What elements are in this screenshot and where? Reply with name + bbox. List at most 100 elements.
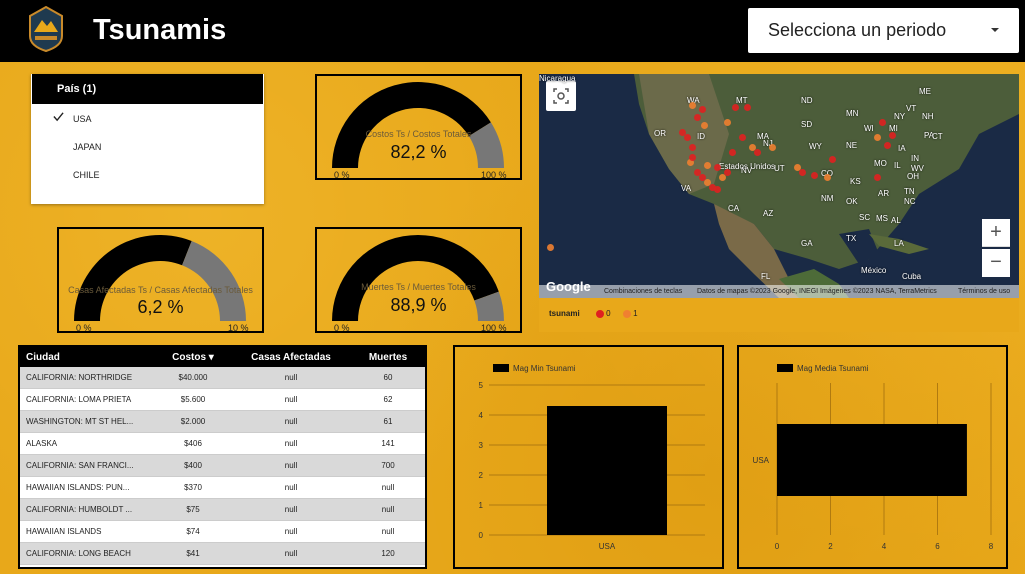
cell-cost: $41 (186, 549, 200, 558)
legend-swatch (777, 364, 793, 372)
map-point[interactable] (724, 169, 731, 176)
table-row[interactable]: ALASKA $406 null 141 (20, 433, 425, 455)
map-point[interactable] (884, 142, 891, 149)
cell-city: CALIFORNIA: LONG BEACH (26, 549, 131, 558)
map-point[interactable] (744, 104, 751, 111)
x-tick-label: 4 (882, 542, 887, 551)
map-point[interactable] (829, 156, 836, 163)
map-label: UT (774, 164, 785, 173)
map-point[interactable] (724, 119, 731, 126)
map-canvas[interactable]: WA MT ND MN ME OR ID SD WI MI VT NH NY MA WY NE IA PA CT NJ… (539, 74, 1019, 298)
map-point[interactable] (547, 244, 554, 251)
filter-option-label: USA (73, 114, 92, 124)
cell-houses: null (284, 505, 298, 514)
map-legend-title: tsunami (549, 309, 580, 318)
map-point[interactable] (732, 104, 739, 111)
cell-city: CALIFORNIA: LOMA PRIETA (26, 395, 132, 404)
map-point[interactable] (739, 134, 746, 141)
column-header-city[interactable]: Ciudad (20, 352, 157, 363)
table-row[interactable]: HAWAIIAN ISLANDS: PUN... $370 null null (20, 477, 425, 499)
cell-deaths: 60 (383, 373, 393, 382)
map-label: SC (859, 213, 871, 222)
table-row[interactable]: WASHINGTON: MT ST HEL... $2.000 null 61 (20, 411, 425, 433)
map-point[interactable] (679, 129, 686, 136)
cell-city: WASHINGTON: MT ST HEL... (26, 417, 134, 426)
map-point[interactable] (689, 154, 696, 161)
gauge-min: 0 % (334, 170, 350, 180)
map-point[interactable] (699, 106, 706, 113)
y-tick-label: 1 (479, 501, 484, 510)
map-label: IN (911, 154, 919, 163)
map-point[interactable] (689, 102, 696, 109)
column-header-cost[interactable]: Costos ▾ (157, 352, 229, 363)
terms-link[interactable]: Términos de uso (958, 288, 1010, 295)
table-row[interactable]: CALIFORNIA: LOMA PRIETA $5.600 null 62 (20, 389, 425, 411)
filter-option-chile[interactable]: CHILE (31, 160, 264, 188)
cell-deaths: 61 (383, 417, 393, 426)
map-point[interactable] (811, 172, 818, 179)
cell-cost: $40.000 (178, 373, 208, 382)
column-header-houses[interactable]: Casas Afectadas (229, 352, 353, 363)
period-select-dropdown[interactable]: Selecciona un periodo (748, 8, 1019, 53)
locate-icon (553, 88, 569, 104)
map-label: TX (846, 234, 857, 243)
map-point[interactable] (874, 134, 881, 141)
filter-option-japan[interactable]: JAPAN (31, 132, 264, 160)
map-label: NH (922, 112, 934, 121)
table-row[interactable]: CALIFORNIA: NORTHRIDGE $40.000 null 60 (20, 367, 425, 389)
fullscreen-button[interactable] (546, 81, 576, 111)
cell-houses: null (284, 461, 298, 470)
gauge-deaths: Muertes Ts / Muertes Totales 88,9 % 0 % … (315, 227, 522, 333)
map-point[interactable] (694, 114, 701, 121)
x-tick-label: 0 (775, 542, 780, 551)
map-point[interactable] (799, 169, 806, 176)
map-label: ME (919, 87, 931, 96)
map-label: MO (874, 159, 887, 168)
legend-dot-icon (622, 309, 631, 318)
bar-chart-mag-media: 0 2 4 6 8 USA Mag Media Tsunami (737, 345, 1008, 569)
map-point[interactable] (701, 122, 708, 129)
map-attribution: Combinaciones de teclas Datos de mapas ©… (539, 285, 1019, 298)
filter-option-usa[interactable]: USA (31, 104, 264, 132)
table-row[interactable]: CALIFORNIA: HUMBOLDT ... $75 null null (20, 499, 425, 521)
logo (28, 5, 64, 53)
table-row[interactable]: CALIFORNIA: SAN FRANCI... $400 null 700 (20, 455, 425, 477)
cell-city: ALASKA (26, 439, 58, 448)
map-point[interactable] (889, 132, 896, 139)
table-row[interactable]: HAWAIIAN ISLANDS $74 null null (20, 521, 425, 543)
cell-houses: null (284, 395, 298, 404)
cell-city: CALIFORNIA: SAN FRANCI... (26, 461, 134, 470)
map-point[interactable] (729, 149, 736, 156)
cell-houses: null (284, 417, 298, 426)
map-point[interactable] (879, 119, 886, 126)
bar (547, 406, 667, 535)
map-point[interactable] (714, 186, 721, 193)
map-point[interactable] (714, 164, 721, 171)
cell-deaths: null (381, 527, 395, 536)
column-header-deaths[interactable]: Muertes (353, 352, 423, 363)
map-point[interactable] (684, 134, 691, 141)
gauge-max: 100 % (481, 170, 507, 180)
zoom-out-button[interactable]: − (982, 249, 1010, 277)
table-row[interactable]: CALIFORNIA: LONG BEACH $41 null 120 (20, 543, 425, 565)
map-data-attribution: Datos de mapas ©2023 Google, INEGI Imáge… (697, 288, 937, 295)
cell-houses: null (284, 483, 298, 492)
map-point[interactable] (704, 162, 711, 169)
map-point[interactable] (874, 174, 881, 181)
gauge-value: 82,2 % (390, 142, 447, 162)
map-point[interactable] (754, 149, 761, 156)
keyboard-shortcuts-link[interactable]: Combinaciones de teclas (604, 288, 682, 295)
map-label: MS (876, 214, 888, 223)
map-point[interactable] (689, 144, 696, 151)
cell-city: CALIFORNIA: HUMBOLDT ... (26, 505, 133, 514)
map-point[interactable] (824, 174, 831, 181)
map-point[interactable] (769, 144, 776, 151)
country-filter-title[interactable]: País (1) (32, 74, 263, 104)
map-label: NY (894, 112, 906, 121)
gauge-min: 0 % (334, 323, 350, 333)
zoom-in-button[interactable]: + (982, 219, 1010, 247)
cell-deaths: 120 (381, 549, 395, 558)
filter-option-label: JAPAN (73, 142, 102, 152)
cell-houses: null (284, 439, 298, 448)
y-tick-label: 5 (479, 381, 484, 390)
